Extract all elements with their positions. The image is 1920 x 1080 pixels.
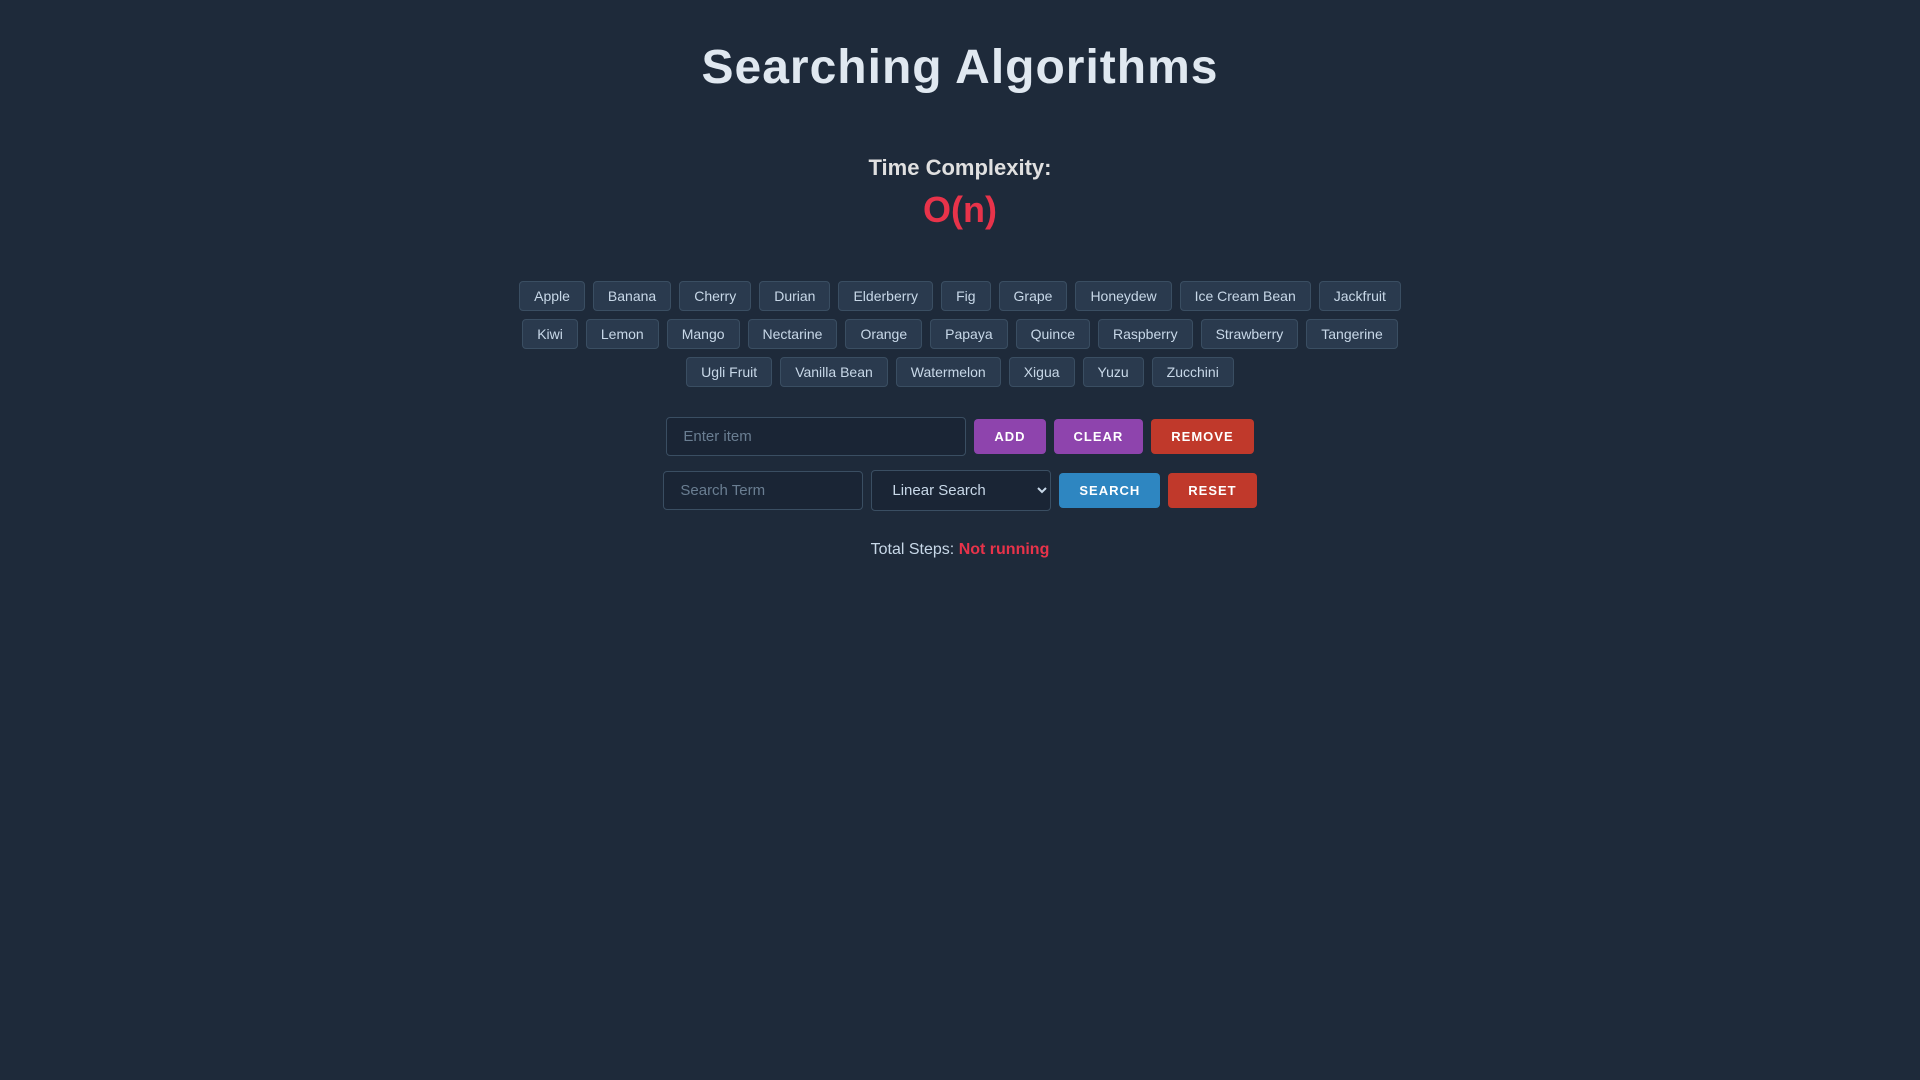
list-item: Xigua bbox=[1009, 357, 1075, 387]
search-input-row: Linear SearchBinary Search SEARCH RESET bbox=[663, 470, 1256, 511]
add-item-input[interactable] bbox=[666, 417, 966, 456]
list-item: Kiwi bbox=[522, 319, 578, 349]
page-title: Searching Algorithms bbox=[702, 40, 1219, 95]
total-steps-label: Total Steps: bbox=[871, 541, 955, 558]
list-item: Grape bbox=[999, 281, 1068, 311]
list-item: Fig bbox=[941, 281, 990, 311]
add-input-row: ADD CLEAR REMOVE bbox=[666, 417, 1253, 456]
list-item: Honeydew bbox=[1075, 281, 1171, 311]
list-item: Papaya bbox=[930, 319, 1007, 349]
list-item: Apple bbox=[519, 281, 585, 311]
items-container: Apple Banana Cherry Durian Elderberry Fig Grap… bbox=[510, 281, 1410, 387]
complexity-label: Time Complexity: bbox=[869, 155, 1052, 181]
complexity-value: O(n) bbox=[869, 189, 1052, 231]
list-item: Ugli Fruit bbox=[686, 357, 772, 387]
complexity-section: Time Complexity: O(n) bbox=[869, 155, 1052, 231]
list-item: Zucchini bbox=[1152, 357, 1234, 387]
controls-section: ADD CLEAR REMOVE Linear SearchBinary Sea… bbox=[663, 417, 1256, 511]
total-steps-display: Total Steps: Not running bbox=[871, 541, 1050, 559]
list-item: Nectarine bbox=[748, 319, 838, 349]
reset-button[interactable]: RESET bbox=[1168, 473, 1256, 508]
list-item: Cherry bbox=[679, 281, 751, 311]
list-item: Watermelon bbox=[896, 357, 1001, 387]
status-value: Not running bbox=[959, 541, 1050, 558]
list-item: Durian bbox=[759, 281, 830, 311]
remove-button[interactable]: REMOVE bbox=[1151, 419, 1253, 454]
list-item: Elderberry bbox=[838, 281, 933, 311]
list-item: Raspberry bbox=[1098, 319, 1193, 349]
search-button[interactable]: SEARCH bbox=[1059, 473, 1160, 508]
list-item: Vanilla Bean bbox=[780, 357, 888, 387]
clear-button[interactable]: CLEAR bbox=[1054, 419, 1144, 454]
list-item: Orange bbox=[845, 319, 922, 349]
list-item: Lemon bbox=[586, 319, 659, 349]
list-item: Banana bbox=[593, 281, 671, 311]
add-button[interactable]: ADD bbox=[974, 419, 1045, 454]
search-algorithm-select[interactable]: Linear SearchBinary Search bbox=[871, 470, 1051, 511]
list-item: Yuzu bbox=[1083, 357, 1144, 387]
list-item: Jackfruit bbox=[1319, 281, 1401, 311]
list-item: Strawberry bbox=[1201, 319, 1299, 349]
list-item: Ice Cream Bean bbox=[1180, 281, 1311, 311]
list-item: Mango bbox=[667, 319, 740, 349]
list-item: Quince bbox=[1016, 319, 1090, 349]
search-term-input[interactable] bbox=[663, 471, 863, 510]
list-item: Tangerine bbox=[1306, 319, 1398, 349]
